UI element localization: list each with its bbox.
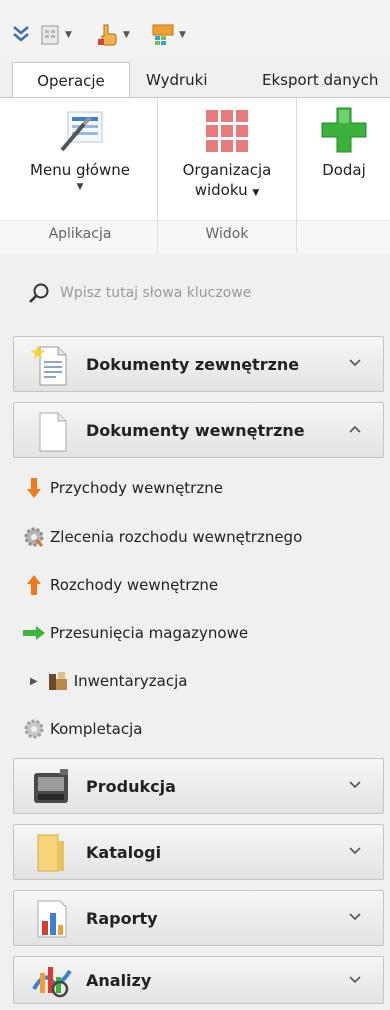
list-item-label: Kompletacja: [50, 720, 143, 738]
chevron-down-icon: [349, 913, 361, 921]
section-production[interactable]: Produkcja: [13, 758, 384, 814]
add-button[interactable]: Dodaj: [302, 106, 386, 180]
spellcheck-icon: [152, 24, 174, 45]
list-item-label: Przesunięcia magazynowe: [50, 624, 249, 642]
group-label-aplikacja: Aplikacja: [48, 226, 112, 242]
section-title: Produkcja: [86, 777, 176, 796]
report-chart-icon: [37, 900, 67, 938]
chevron-up-icon: [349, 425, 361, 433]
section-title: Dokumenty zewnętrzne: [86, 355, 300, 374]
document-grid-icon: [41, 25, 59, 45]
inventory-icon: [46, 669, 70, 693]
production-icon: [34, 769, 68, 803]
list-item-label: Inwentaryzacja: [73, 672, 188, 690]
ribbon-tabs: Operacje Wydruki Eksport danych: [0, 58, 390, 99]
list-item-label: Zlecenia rozchodu wewnętrznego: [50, 528, 303, 546]
gear-icon: [22, 717, 46, 741]
external-documents-icon: [31, 345, 67, 386]
ribbon-panel: Menu główne ▼ Organizacja widoku ▼ Dodaj…: [0, 97, 390, 254]
qat-document-button[interactable]: ▼: [40, 22, 72, 48]
qat-hand-button[interactable]: ▼: [96, 22, 130, 48]
chevron-down-icon: ▼: [65, 30, 72, 40]
hand-pointer-icon: [98, 24, 117, 46]
quick-access-toolbar: ▼ ▼ ▼: [0, 0, 390, 58]
list-item-zlecenia-rozchodu[interactable]: Zlecenia rozchodu wewnętrznego: [22, 522, 302, 552]
view-organization-label-line2: widoku: [194, 181, 248, 199]
chevron-down-icon: [349, 976, 361, 984]
main-menu-icon: [60, 111, 103, 152]
section-title: Dokumenty wewnętrzne: [86, 421, 305, 440]
section-title: Analizy: [86, 971, 152, 990]
chevron-down-icon: ▼: [76, 182, 84, 192]
list-item-przychody[interactable]: Przychody wewnętrzne: [22, 473, 223, 503]
ribbon-collapse-button[interactable]: [12, 22, 30, 48]
list-item-label: Przychody wewnętrzne: [50, 479, 223, 497]
search-box[interactable]: Wpisz tutaj słowa kluczowe: [28, 282, 251, 304]
main-menu-button[interactable]: Menu główne ▼: [10, 106, 150, 194]
arrow-up-icon: [22, 573, 46, 597]
add-label: Dodaj: [322, 161, 366, 179]
section-title: Raporty: [86, 909, 158, 928]
gear-icon: [22, 525, 46, 549]
grid-view-icon: [206, 110, 248, 152]
chevron-down-icon: ▼: [252, 188, 260, 198]
list-item-kompletacja[interactable]: Kompletacja: [22, 714, 142, 744]
tab-operacje[interactable]: Operacje: [12, 62, 130, 99]
double-chevron-icon: [13, 26, 29, 42]
chevron-down-icon: [349, 359, 361, 367]
arrow-right-icon: [22, 621, 46, 645]
chevron-down-icon: [349, 847, 361, 855]
arrow-down-icon: [22, 476, 46, 500]
group-label-widok: Widok: [205, 226, 249, 242]
analysis-icon: [32, 967, 72, 998]
chevron-down-icon: ▼: [123, 30, 130, 40]
list-item-przesuniecia[interactable]: Przesunięcia magazynowe: [22, 618, 248, 648]
list-item-rozchody[interactable]: Rozchody wewnętrzne: [22, 570, 218, 600]
section-external-documents[interactable]: Dokumenty zewnętrzne: [13, 336, 384, 392]
list-item-inwentaryzacja[interactable]: ▶ Inwentaryzacja: [30, 666, 187, 696]
list-item-label: Rozchody wewnętrzne: [50, 576, 219, 594]
chevron-down-icon: ▼: [179, 30, 186, 40]
search-icon: [29, 283, 49, 303]
tab-eksport-danych[interactable]: Eksport danych: [262, 62, 378, 98]
section-analyses[interactable]: Analizy: [13, 956, 384, 1004]
tab-wydruki[interactable]: Wydruki: [146, 62, 208, 98]
internal-documents-icon: [39, 412, 67, 452]
section-catalogs[interactable]: Katalogi: [13, 824, 384, 880]
group-separator: [157, 98, 158, 253]
plus-icon: [321, 107, 367, 153]
section-internal-documents[interactable]: Dokumenty wewnętrzne: [13, 402, 384, 458]
folder-icon: [37, 834, 64, 872]
group-separator: [296, 98, 297, 253]
view-organization-button[interactable]: Organizacja widoku ▼: [165, 106, 289, 203]
search-input[interactable]: Wpisz tutaj słowa kluczowe: [60, 285, 251, 301]
section-reports[interactable]: Raporty: [13, 890, 384, 946]
view-organization-label-line1: Organizacja: [182, 161, 272, 179]
expand-arrow-icon[interactable]: ▶: [30, 676, 38, 687]
section-title: Katalogi: [86, 843, 162, 862]
qat-spellcheck-button[interactable]: ▼: [152, 22, 186, 48]
chevron-down-icon: [349, 781, 361, 789]
main-menu-label: Menu główne: [30, 161, 130, 179]
